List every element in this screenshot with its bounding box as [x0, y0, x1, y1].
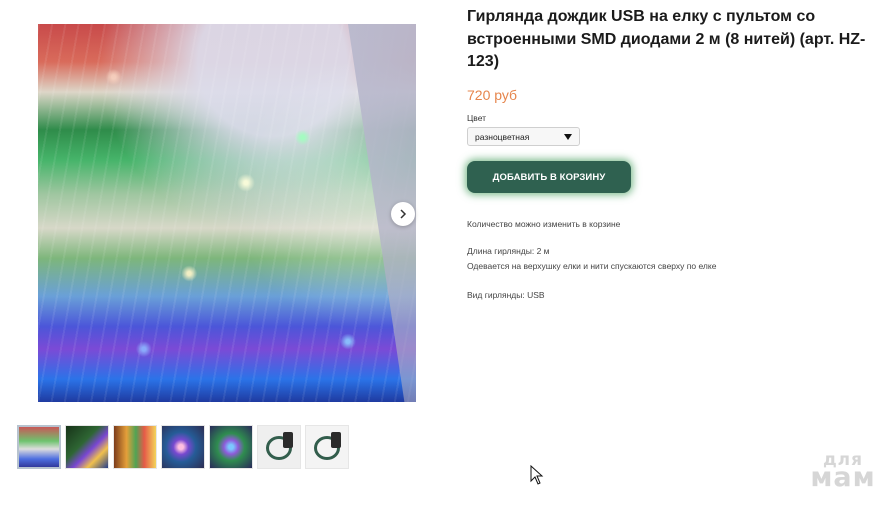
thumbnail-strip	[17, 425, 349, 469]
quantity-note: Количество можно изменить в корзине	[467, 219, 621, 229]
color-select[interactable]: разноцветная	[467, 127, 580, 146]
garland-length: Длина гирлянды: 2 м	[467, 246, 550, 256]
caret-down-icon	[564, 133, 572, 140]
chevron-right-icon	[400, 209, 407, 219]
watermark-logo: для мам	[803, 451, 883, 494]
color-label: Цвет	[467, 113, 487, 123]
watermark-bottom: мам	[810, 462, 876, 494]
next-image-button[interactable]	[391, 202, 415, 226]
thumbnail-4[interactable]	[161, 425, 205, 469]
thumbnail-1[interactable]	[17, 425, 61, 469]
product-title: Гирлянда дождик USB на елку с пультом со…	[467, 8, 866, 70]
product-price: 720 руб	[467, 87, 518, 103]
mouse-cursor-icon	[530, 465, 544, 485]
thumbnail-2[interactable]	[65, 425, 109, 469]
thumbnail-7[interactable]	[305, 425, 349, 469]
thumbnail-3[interactable]	[113, 425, 157, 469]
garland-mounting-note: Одевается на верхушку елки и нити спуска…	[467, 261, 717, 271]
garland-type: Вид гирлянды: USB	[467, 290, 545, 300]
color-select-value: разноцветная	[475, 131, 530, 142]
product-main-image	[38, 24, 416, 402]
thumbnail-6[interactable]	[257, 425, 301, 469]
add-to-cart-button[interactable]: ДОБАВИТЬ В КОРЗИНУ	[467, 161, 631, 193]
thumbnail-5[interactable]	[209, 425, 253, 469]
